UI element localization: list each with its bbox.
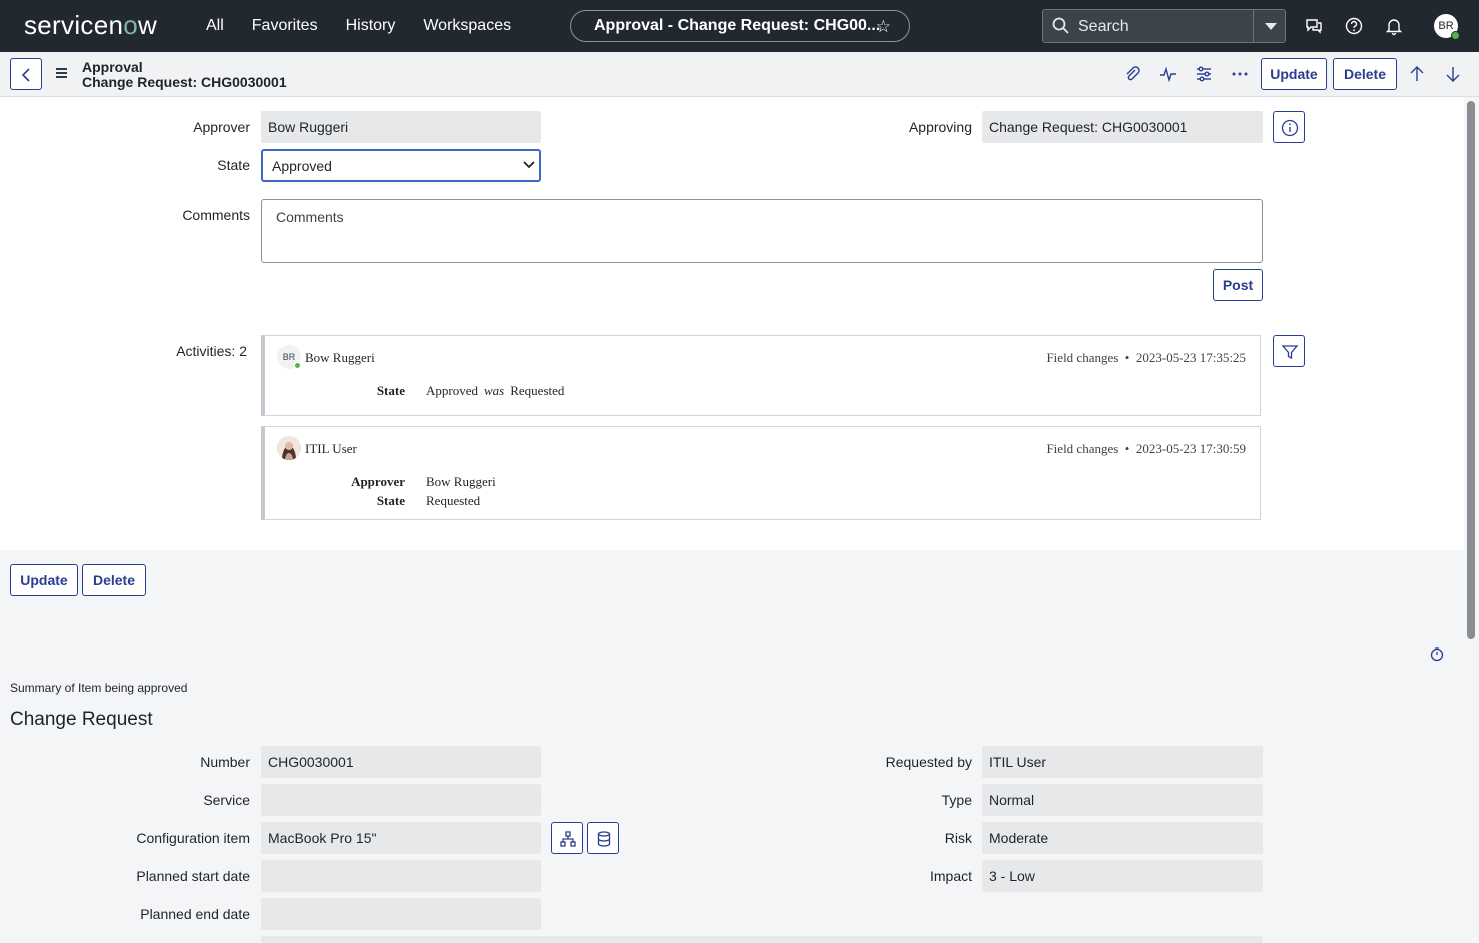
user-photo-icon	[277, 436, 301, 460]
activity-field-name: State	[376, 493, 405, 508]
personalize-form-icon[interactable]	[1195, 65, 1213, 83]
context-title-pill[interactable]: Approval - Change Request: CHG00... ☆	[570, 10, 910, 42]
configuration-item-field[interactable]: MacBook Pro 15"	[261, 822, 541, 854]
service-label: Service	[203, 792, 250, 808]
activities-label: Activities: 2	[176, 343, 247, 359]
form-title-table: Approval	[82, 59, 143, 75]
presence-dot	[294, 362, 301, 369]
nav-history[interactable]: History	[346, 17, 396, 35]
number-label: Number	[200, 754, 250, 770]
notification-bell-icon[interactable]	[1384, 16, 1404, 36]
activity-pulse-icon[interactable]	[1159, 65, 1177, 83]
update-button-header[interactable]: Update	[1261, 58, 1327, 90]
form-header: Approval Change Request: CHG0030001 Upda…	[0, 52, 1479, 97]
activity-field-name: State	[376, 383, 405, 398]
activity-avatar-photo	[277, 436, 301, 460]
presence-dot	[1451, 31, 1460, 40]
scrollbar-thumb[interactable]	[1467, 101, 1475, 639]
approver-label: Approver	[193, 119, 250, 135]
activity-entry: ITIL User Field changes • 2023-05-23 17:…	[261, 426, 1261, 520]
planned-start-label: Planned start date	[136, 868, 250, 884]
preview-record-button[interactable]	[1273, 111, 1305, 143]
help-icon[interactable]	[1344, 16, 1364, 36]
activity-field-name: Approver	[351, 474, 405, 489]
risk-label: Risk	[944, 830, 972, 846]
update-button-footer[interactable]: Update	[10, 564, 78, 596]
comments-textarea[interactable]: Comments	[261, 199, 1263, 263]
type-label: Type	[941, 792, 972, 808]
summary-caption: Summary of Item being approved	[10, 681, 188, 695]
search-input[interactable]: Search	[1078, 18, 1129, 36]
short-description-field[interactable]	[261, 936, 1263, 943]
activity-meta: Field changes • 2023-05-23 17:30:59	[1046, 441, 1246, 456]
servicenow-logo[interactable]: servicenow	[24, 10, 157, 41]
chat-icon[interactable]	[1304, 16, 1324, 36]
global-search[interactable]: Search	[1042, 9, 1286, 43]
arrow-up-icon[interactable]	[1408, 65, 1426, 83]
requested-by-label: Requested by	[885, 754, 972, 770]
delete-button-footer[interactable]: Delete	[82, 564, 146, 596]
user-avatar[interactable]: BR	[1434, 14, 1460, 40]
approving-label: Approving	[908, 119, 972, 135]
risk-field[interactable]: Moderate	[982, 822, 1263, 854]
activity-avatar: BR	[277, 345, 301, 369]
context-menu-icon[interactable]	[56, 68, 67, 80]
top-navigation-bar: servicenow All Favorites History Workspa…	[0, 0, 1479, 52]
star-favorite-icon[interactable]: ☆	[876, 17, 891, 37]
activity-field-value: Bow Ruggeri	[426, 474, 496, 489]
ci-database-button[interactable]	[587, 822, 619, 854]
summary-section-title: Change Request	[10, 709, 153, 730]
state-select[interactable]: Approved	[261, 149, 541, 182]
form-title-record: Change Request: CHG0030001	[82, 74, 287, 90]
response-time-icon[interactable]	[1429, 646, 1445, 662]
number-field[interactable]: CHG0030001	[261, 746, 541, 778]
chevron-left-icon	[21, 68, 30, 82]
activity-filter-button[interactable]	[1273, 335, 1305, 367]
approving-field[interactable]: Change Request: CHG0030001	[982, 111, 1263, 143]
delete-button-header[interactable]: Delete	[1333, 58, 1397, 90]
impact-label: Impact	[929, 868, 972, 884]
search-icon	[1052, 17, 1069, 34]
activity-field-value: Requested	[426, 493, 481, 508]
comments-placeholder: Comments	[276, 209, 344, 225]
state-selected-value: Approved	[272, 158, 332, 174]
planned-end-label: Planned end date	[140, 906, 250, 922]
context-title: Approval - Change Request: CHG00...	[594, 17, 881, 34]
impact-field[interactable]: 3 - Low	[982, 860, 1263, 892]
state-label: State	[217, 157, 250, 173]
requested-by-field[interactable]: ITIL User	[982, 746, 1263, 778]
approver-field[interactable]: Bow Ruggeri	[261, 111, 541, 143]
database-icon	[597, 831, 611, 847]
more-options-icon[interactable]	[1231, 65, 1249, 83]
activity-field-value: Approved was Requested	[426, 383, 565, 398]
nav-workspaces[interactable]: Workspaces	[423, 17, 511, 35]
comments-label: Comments	[182, 207, 250, 223]
search-scope-dropdown[interactable]	[1253, 10, 1286, 42]
post-button[interactable]: Post	[1213, 269, 1263, 301]
type-field[interactable]: Normal	[982, 784, 1263, 816]
service-field[interactable]	[261, 784, 541, 816]
planned-start-field[interactable]	[261, 860, 541, 892]
back-button[interactable]	[10, 58, 42, 90]
chevron-down-icon	[523, 161, 535, 169]
activity-entry: BR Bow Ruggeri Field changes • 2023-05-2…	[261, 335, 1261, 416]
nav-favorites[interactable]: Favorites	[252, 17, 318, 35]
nav-all[interactable]: All	[206, 17, 224, 35]
activity-user: ITIL User	[305, 441, 357, 456]
activity-user: Bow Ruggeri	[305, 350, 375, 365]
ci-dependency-map-button[interactable]	[551, 822, 583, 854]
filter-icon	[1281, 345, 1299, 360]
activity-meta: Field changes • 2023-05-23 17:35:25	[1046, 350, 1246, 365]
nav-menu: All Favorites History Workspaces	[206, 0, 511, 52]
info-icon	[1281, 119, 1299, 137]
configuration-item-label: Configuration item	[136, 830, 250, 846]
hierarchy-icon	[560, 831, 576, 847]
attachment-icon[interactable]	[1123, 65, 1141, 83]
planned-end-field[interactable]	[261, 898, 541, 930]
arrow-down-icon[interactable]	[1444, 65, 1462, 83]
